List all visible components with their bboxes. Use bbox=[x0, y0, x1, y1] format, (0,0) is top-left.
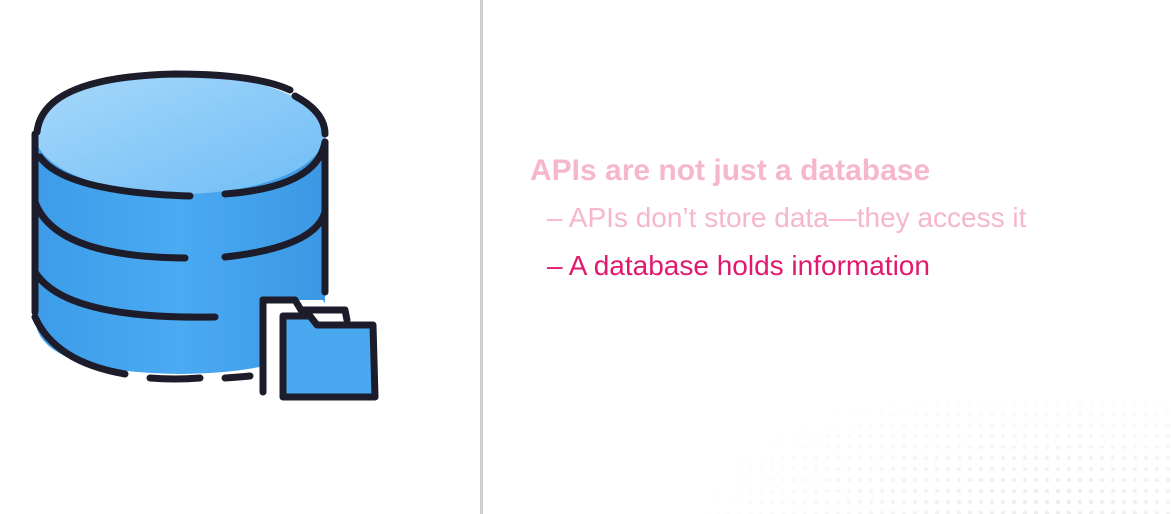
bullet-database-holds-info: – A database holds information bbox=[547, 250, 930, 281]
bullet-list: APIs are not just a database – APIs don’… bbox=[530, 148, 1026, 290]
content-panel: APIs are not just a database – APIs don’… bbox=[483, 0, 1171, 514]
illustration-panel bbox=[0, 0, 480, 514]
slide: APIs are not just a database – APIs don’… bbox=[0, 0, 1171, 514]
bullet-apis-access-data: – APIs don’t store data—they access it bbox=[547, 202, 1027, 233]
database-with-folder-icon bbox=[31, 70, 379, 401]
decorative-dot-pattern bbox=[701, 354, 1171, 514]
slide-heading: APIs are not just a database bbox=[530, 154, 931, 187]
